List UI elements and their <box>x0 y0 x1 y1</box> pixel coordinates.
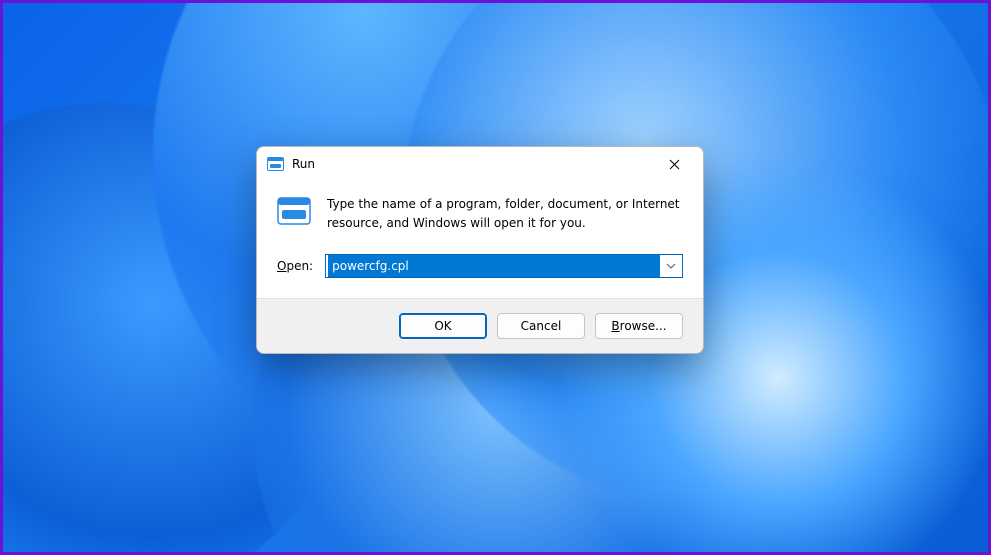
cancel-button[interactable]: Cancel <box>497 313 585 339</box>
ok-button[interactable]: OK <box>399 313 487 339</box>
instruction-text: Type the name of a program, folder, docu… <box>327 195 683 232</box>
browse-button[interactable]: Browse... <box>595 313 683 339</box>
run-large-icon <box>277 197 311 225</box>
combobox-dropdown-button[interactable] <box>660 255 682 277</box>
run-dialog: Run Type the name of a program, folder, … <box>256 146 704 354</box>
chevron-down-icon <box>666 263 676 269</box>
window-title: Run <box>292 157 315 171</box>
close-button[interactable] <box>651 149 697 179</box>
close-icon <box>669 159 680 170</box>
button-bar: OK Cancel Browse... <box>257 298 703 353</box>
run-icon <box>267 157 284 171</box>
open-input[interactable] <box>328 255 660 277</box>
titlebar[interactable]: Run <box>257 147 703 181</box>
open-combobox[interactable] <box>325 254 683 278</box>
open-label: Open: <box>277 259 313 273</box>
